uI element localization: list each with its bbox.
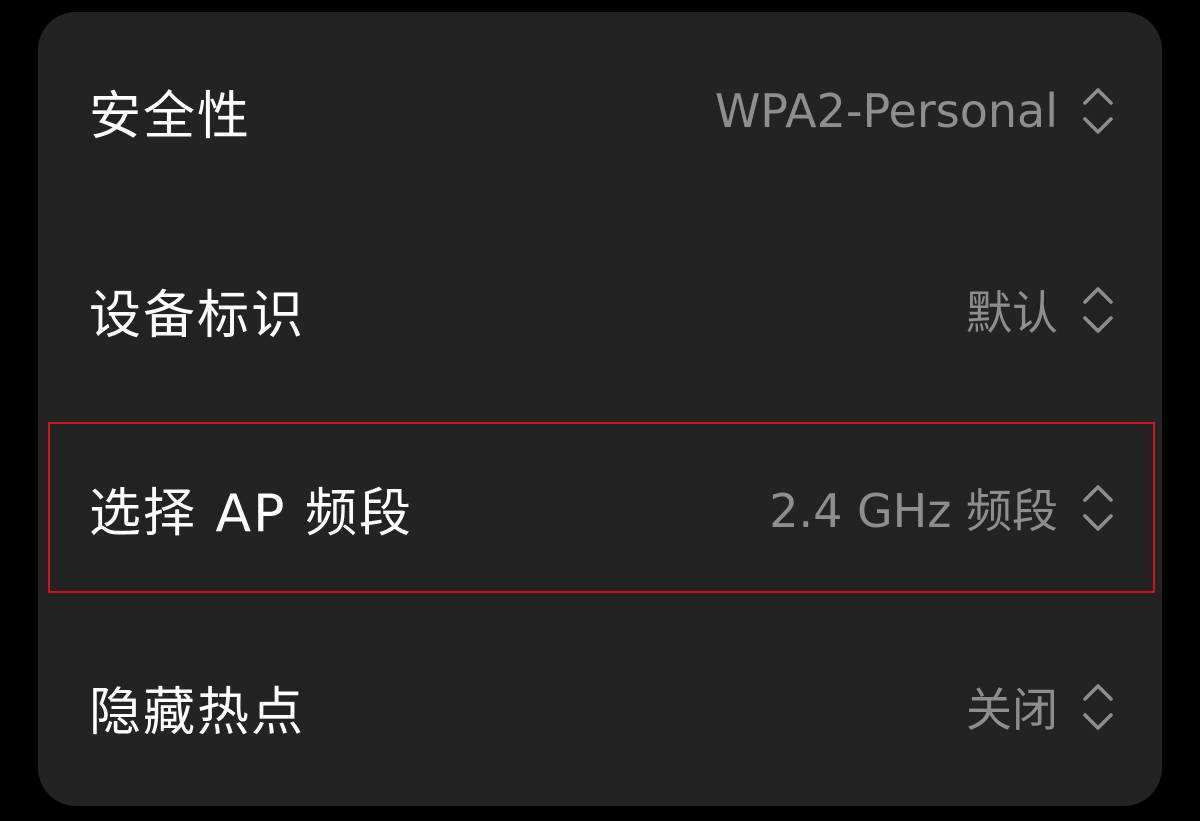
device-identifier-setting-row[interactable]: 设备标识 默认 (38, 227, 1162, 393)
hide-hotspot-setting-row[interactable]: 隐藏热点 关闭 (38, 624, 1162, 790)
device-identifier-value: 默认 (966, 286, 1058, 340)
ap-band-setting-row[interactable]: 选择 AP 频段 2.4 GHz 频段 (38, 425, 1162, 591)
chevron-up-down-icon (1083, 485, 1113, 531)
chevron-up-down-icon (1083, 684, 1113, 730)
chevron-up-down-icon (1083, 88, 1113, 134)
hide-hotspot-value: 关闭 (966, 683, 1058, 737)
ap-band-selector[interactable]: 2.4 GHz 频段 (769, 475, 1116, 541)
security-label: 安全性 (89, 86, 252, 147)
security-value: WPA2-Personal (714, 84, 1058, 138)
ap-band-label: 选择 AP 频段 (89, 483, 413, 544)
hide-hotspot-selector[interactable]: 关闭 (966, 674, 1116, 740)
security-setting-row[interactable]: 安全性 WPA2-Personal (38, 28, 1162, 194)
hotspot-settings-card: 安全性 WPA2-Personal 设备标识 默认 选择 AP 频段 2.4 G… (38, 12, 1162, 806)
ap-band-value: 2.4 GHz 频段 (769, 484, 1058, 538)
device-identifier-label: 设备标识 (89, 285, 306, 346)
hide-hotspot-label: 隐藏热点 (89, 682, 306, 743)
chevron-up-down-icon (1083, 287, 1113, 333)
device-identifier-selector[interactable]: 默认 (966, 277, 1116, 343)
security-selector[interactable]: WPA2-Personal (715, 84, 1116, 138)
